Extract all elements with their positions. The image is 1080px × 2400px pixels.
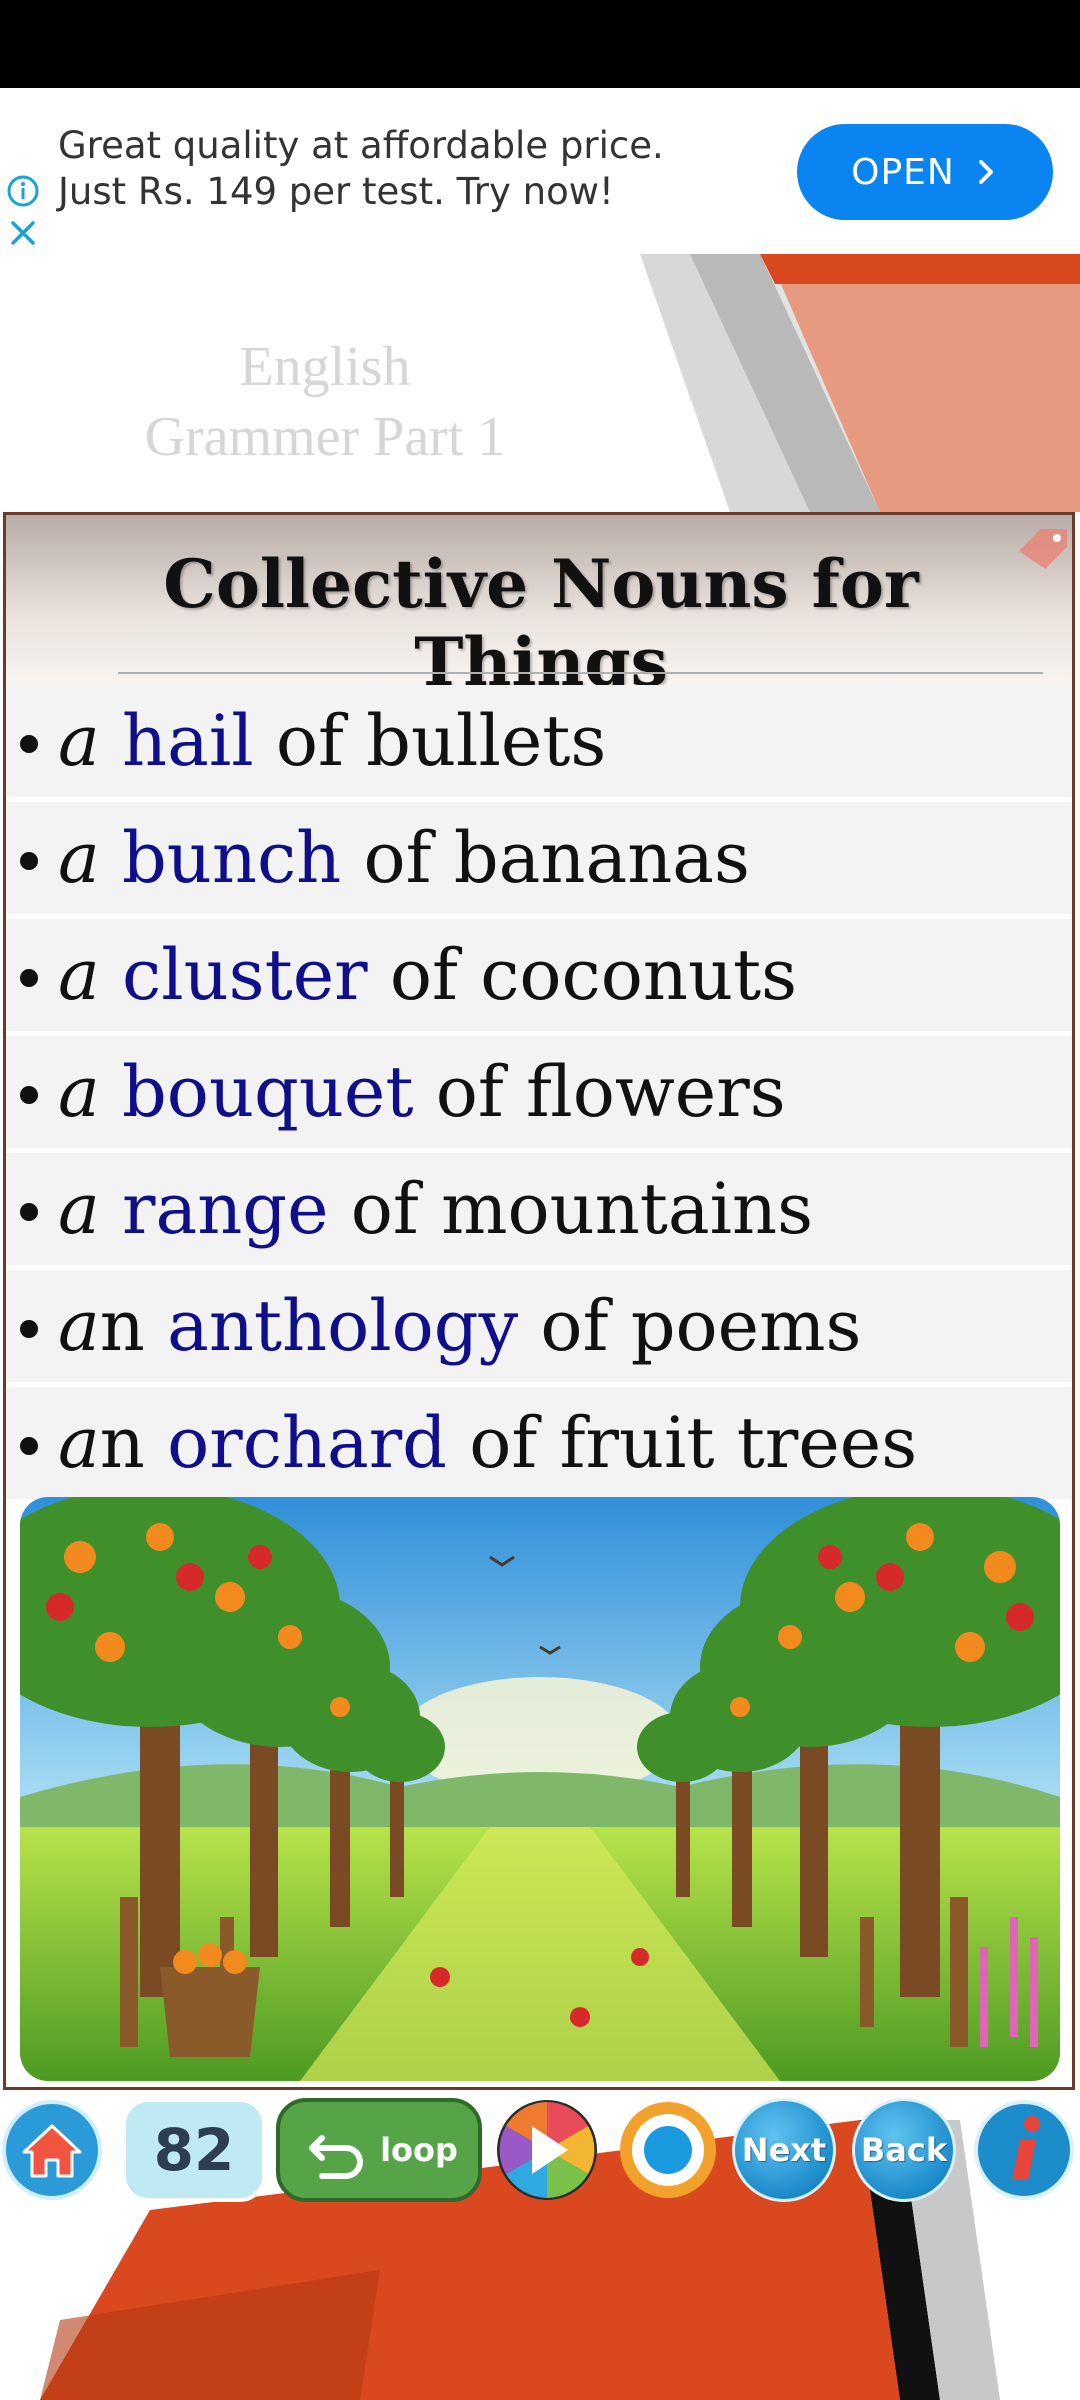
item-article-suffix: n	[99, 1285, 145, 1367]
ad-open-button[interactable]: OPEN	[797, 124, 1053, 220]
item-article: a	[58, 817, 100, 899]
item-rest: of flowers	[435, 1051, 786, 1133]
item-article-suffix: n	[99, 1402, 145, 1484]
item-rest: of bananas	[363, 817, 750, 899]
item-article: a	[58, 700, 100, 782]
list-item: a cluster of coconuts	[6, 919, 1072, 1031]
slide-title-line1: English	[239, 336, 411, 398]
list-item: a bouquet of flowers	[6, 1036, 1072, 1148]
item-keyword: range	[122, 1168, 329, 1250]
bullet	[20, 969, 38, 987]
item-keyword: bouquet	[122, 1051, 414, 1133]
info-icon[interactable]	[6, 174, 40, 208]
back-button[interactable]: Back	[852, 2098, 956, 2202]
ad-banner[interactable]: Great quality at affordable price. Just …	[0, 88, 1080, 255]
list-item: a bunch of bananas	[6, 802, 1072, 914]
item-keyword: bunch	[122, 817, 342, 899]
bullet	[20, 735, 38, 753]
list-item: an anthology of poems	[6, 1270, 1072, 1382]
item-keyword: orchard	[167, 1402, 447, 1484]
info-button[interactable]	[970, 2098, 1078, 2202]
home-button[interactable]	[0, 2098, 104, 2202]
item-article: a	[58, 1051, 100, 1133]
slide-title-line2: Grammer Part 1	[144, 406, 506, 468]
heading-divider	[118, 672, 1043, 674]
bullet	[20, 1437, 38, 1455]
bullet	[20, 1086, 38, 1104]
page-title: Collective Nouns for Things	[163, 545, 919, 701]
ad-open-label: OPEN	[851, 151, 955, 193]
item-article: a	[58, 934, 100, 1016]
chevron-right-icon	[978, 160, 993, 184]
item-keyword: hail	[122, 700, 254, 782]
ad-text-line1: Great quality at affordable price.	[58, 124, 664, 167]
page-number-badge: 82	[122, 2098, 266, 2202]
item-rest: of poems	[540, 1285, 862, 1367]
record-button[interactable]	[614, 2098, 722, 2202]
item-rest: of fruit trees	[469, 1402, 918, 1484]
bookmark-tag-icon[interactable]	[1011, 521, 1071, 581]
item-article: a	[58, 1402, 100, 1484]
status-bar	[0, 0, 1080, 88]
slide-header-area: English Grammer Part 1	[0, 254, 1080, 512]
bullet	[20, 1320, 38, 1338]
bullet	[20, 852, 38, 870]
list-item: a range of mountains	[6, 1153, 1072, 1265]
record-icon	[644, 2126, 692, 2174]
item-rest: of bullets	[275, 700, 607, 782]
loop-label: loop	[380, 2131, 458, 2169]
slide-title: English Grammer Part 1	[90, 332, 560, 472]
noun-list: a hail of bullets a bunch of bananas a c…	[6, 685, 1072, 1504]
item-article: a	[58, 1168, 100, 1250]
orchard-illustration	[20, 1497, 1060, 2081]
list-item: a hail of bullets	[6, 685, 1072, 797]
next-button[interactable]: Next	[732, 2098, 836, 2202]
loop-button[interactable]: loop	[276, 2098, 482, 2202]
ad-text-line2: Just Rs. 149 per test. Try now!	[58, 170, 614, 213]
item-rest: of mountains	[350, 1168, 814, 1250]
list-item: an orchard of fruit trees	[6, 1387, 1072, 1499]
item-article: a	[58, 1285, 100, 1367]
play-button[interactable]	[490, 2098, 604, 2202]
item-rest: of coconuts	[389, 934, 798, 1016]
close-icon[interactable]	[8, 218, 38, 248]
item-keyword: anthology	[167, 1285, 519, 1367]
loop-icon	[309, 2135, 364, 2179]
content-panel: Collective Nouns for Things a hail of bu…	[3, 512, 1075, 2090]
bullet	[20, 1203, 38, 1221]
item-keyword: cluster	[122, 934, 368, 1016]
